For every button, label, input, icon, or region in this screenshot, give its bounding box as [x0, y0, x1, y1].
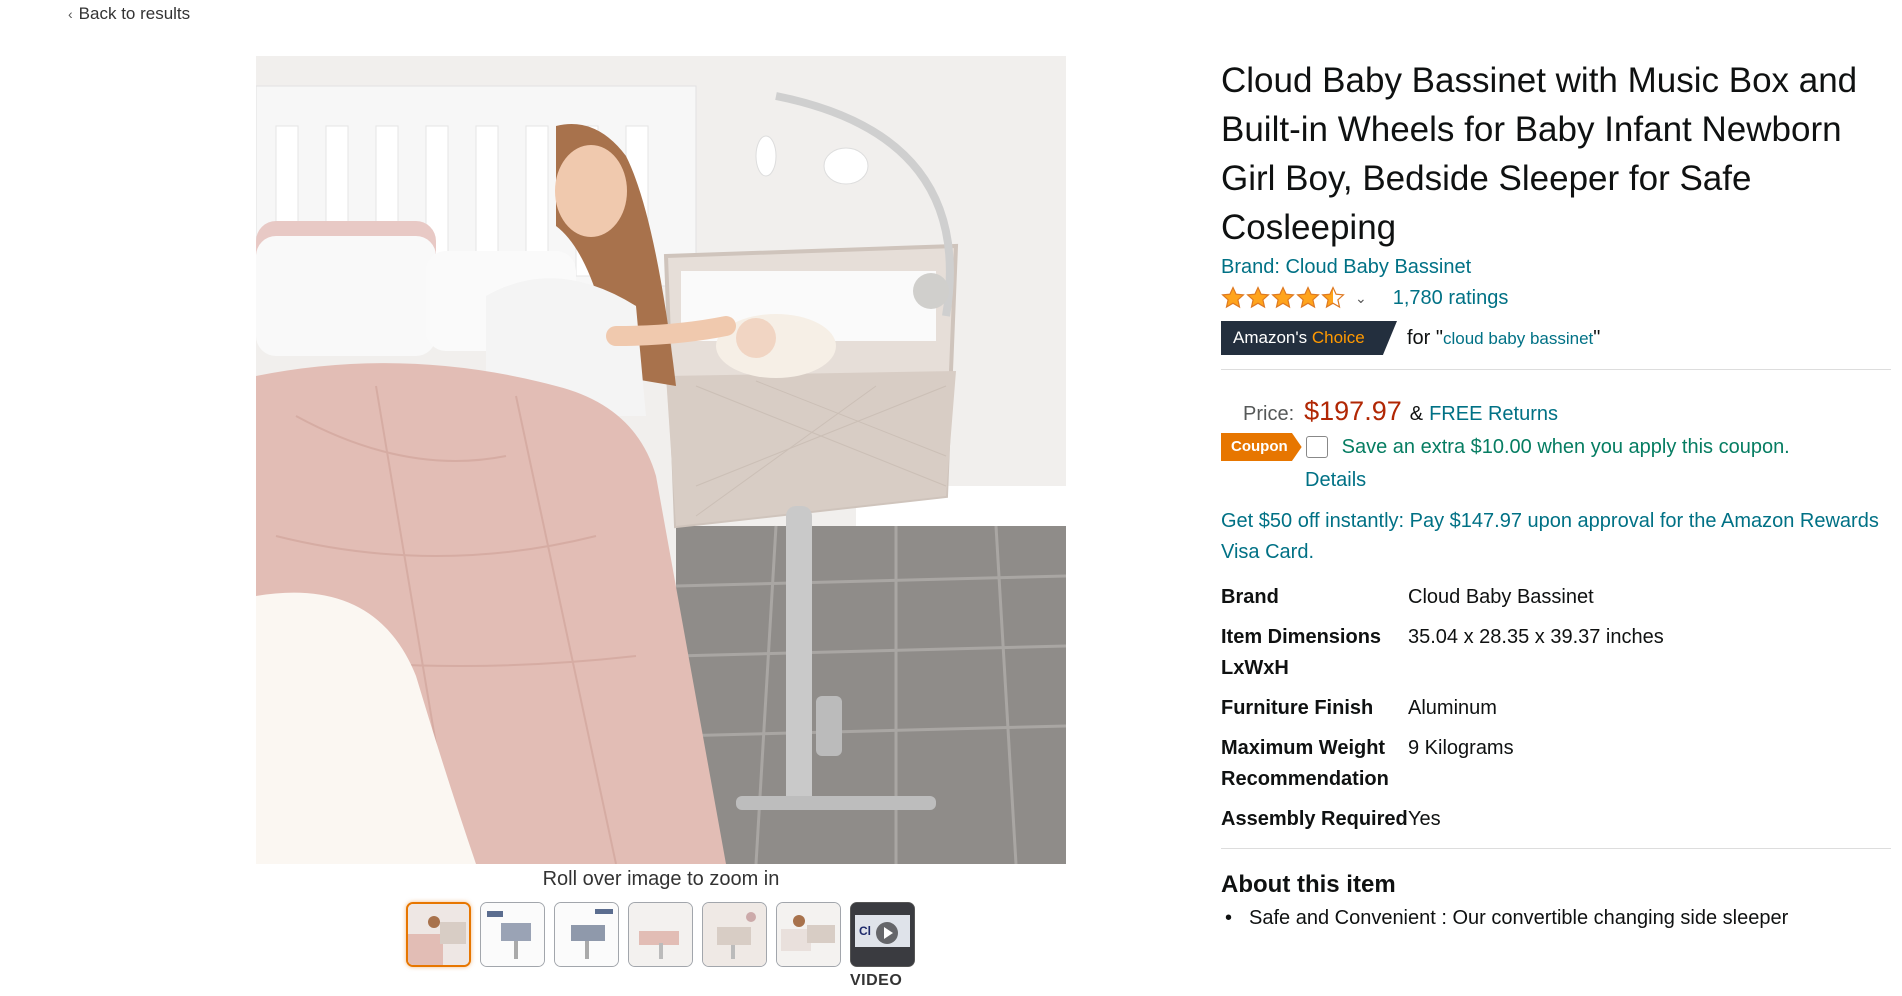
spec-row: Maximum Weight Recommendation 9 Kilogram… — [1221, 733, 1891, 804]
thumbnail-image — [555, 903, 618, 966]
choice-for-lead: for " — [1407, 326, 1443, 349]
bullet-dot: • — [1225, 907, 1233, 929]
coupon-badge: Coupon — [1221, 433, 1302, 461]
spec-row: Brand Cloud Baby Bassinet — [1221, 582, 1891, 622]
price-value: $197.97 — [1304, 396, 1402, 426]
star-rating[interactable] — [1221, 286, 1345, 310]
price-ampersand: & — [1409, 403, 1424, 425]
main-product-image[interactable] — [256, 56, 1066, 864]
spec-value: 9 Kilograms — [1408, 737, 1514, 759]
thumbnail-image — [703, 903, 766, 966]
star-icon — [1271, 286, 1295, 309]
chevron-down-icon[interactable]: ⌄ — [1355, 290, 1367, 307]
divider — [1221, 369, 1891, 370]
thumbnail-4[interactable] — [628, 902, 693, 967]
thumbnail-image — [629, 903, 692, 966]
choice-badge-prefix: Amazon's — [1233, 328, 1308, 347]
spec-key: Furniture Finish — [1221, 697, 1374, 719]
choice-keyword-link[interactable]: cloud baby bassinet — [1443, 329, 1593, 348]
thumbnail-image — [408, 904, 469, 965]
rating-row: ⌄ 1,780 ratings — [1221, 285, 1891, 311]
thumbnail-strip: Cl — [406, 902, 915, 967]
choice-for-text: for "cloud baby bassinet" — [1407, 327, 1600, 350]
product-info-panel: Cloud Baby Bassinet with Music Box and B… — [1221, 56, 1891, 930]
spec-row: Furniture Finish Aluminum — [1221, 693, 1891, 733]
thumbnail-2[interactable] — [480, 902, 545, 967]
choice-for-tail: " — [1593, 326, 1601, 349]
video-thumbnail[interactable]: Cl — [850, 902, 915, 967]
brand-link[interactable]: Brand: Cloud Baby Bassinet — [1221, 256, 1891, 279]
zoom-hint: Roll over image to zoom in — [542, 868, 780, 890]
spec-key: Item Dimensions LxWxH — [1221, 626, 1382, 679]
divider — [1221, 848, 1891, 849]
bassinet-photo-illustration — [256, 56, 1066, 864]
video-thumbnail-image: Cl — [851, 903, 914, 966]
free-returns-link[interactable]: FREE Returns — [1429, 403, 1558, 426]
about-this-item-heading: About this item — [1221, 871, 1396, 898]
spec-row: Assembly Required Yes — [1221, 804, 1891, 844]
spec-value: Aluminum — [1408, 697, 1497, 719]
thumbnail-1[interactable] — [406, 902, 471, 967]
choice-badge-accent: Choice — [1311, 328, 1365, 347]
amazons-choice-badge: Amazon's Choice — [1221, 321, 1397, 355]
about-bullets: • Safe and Convenient : Our convertible … — [1221, 907, 1891, 930]
spec-value: Yes — [1408, 808, 1441, 830]
thumbnail-5[interactable] — [702, 902, 767, 967]
thumbnail-3[interactable] — [554, 902, 619, 967]
spec-key: Brand — [1221, 586, 1279, 608]
visa-card-offer-link[interactable]: Get $50 off instantly: Pay $147.97 upon … — [1221, 506, 1891, 568]
spec-row: Item Dimensions LxWxH 35.04 x 28.35 x 39… — [1221, 622, 1891, 693]
coupon-checkbox[interactable] — [1305, 436, 1328, 458]
spec-value: 35.04 x 28.35 x 39.37 inches — [1408, 626, 1664, 648]
video-thumbnail-text: Cl — [859, 924, 871, 938]
video-label: VIDEO — [850, 972, 903, 989]
price-row: Price: $197.97 & FREE Returns — [1221, 396, 1891, 427]
thumbnail-image — [481, 903, 544, 966]
thumbnail-image — [777, 903, 840, 966]
coupon-row: Coupon Save an extra $10.00 when you app… — [1221, 433, 1891, 461]
chevron-left-icon: ‹ — [68, 6, 73, 22]
spec-key: Assembly Required — [1221, 808, 1408, 830]
ratings-count-link[interactable]: 1,780 ratings — [1393, 287, 1509, 310]
spec-value: Cloud Baby Bassinet — [1408, 586, 1594, 608]
list-item: • Safe and Convenient : Our convertible … — [1221, 907, 1891, 930]
product-title: Cloud Baby Bassinet with Music Box and B… — [1221, 61, 1858, 247]
bullet-text: Safe and Convenient : Our convertible ch… — [1249, 907, 1789, 929]
price-label: Price: — [1243, 403, 1295, 425]
back-to-results-label: Back to results — [78, 4, 191, 23]
coupon-details-link[interactable]: Details — [1305, 469, 1366, 492]
thumbnail-6[interactable] — [776, 902, 841, 967]
product-specs-table: Brand Cloud Baby Bassinet Item Dimension… — [1221, 582, 1891, 844]
coupon-text: Save an extra $10.00 when you apply this… — [1341, 435, 1790, 458]
back-to-results-link[interactable]: ‹ Back to results — [68, 4, 190, 24]
star-icon — [1321, 286, 1345, 309]
star-icon — [1296, 286, 1320, 309]
star-icon — [1246, 286, 1270, 309]
amazons-choice-row: Amazon's Choice for "cloud baby bassinet… — [1221, 321, 1891, 355]
star-icon — [1221, 286, 1245, 309]
spec-key: Maximum Weight Recommendation — [1221, 737, 1389, 790]
